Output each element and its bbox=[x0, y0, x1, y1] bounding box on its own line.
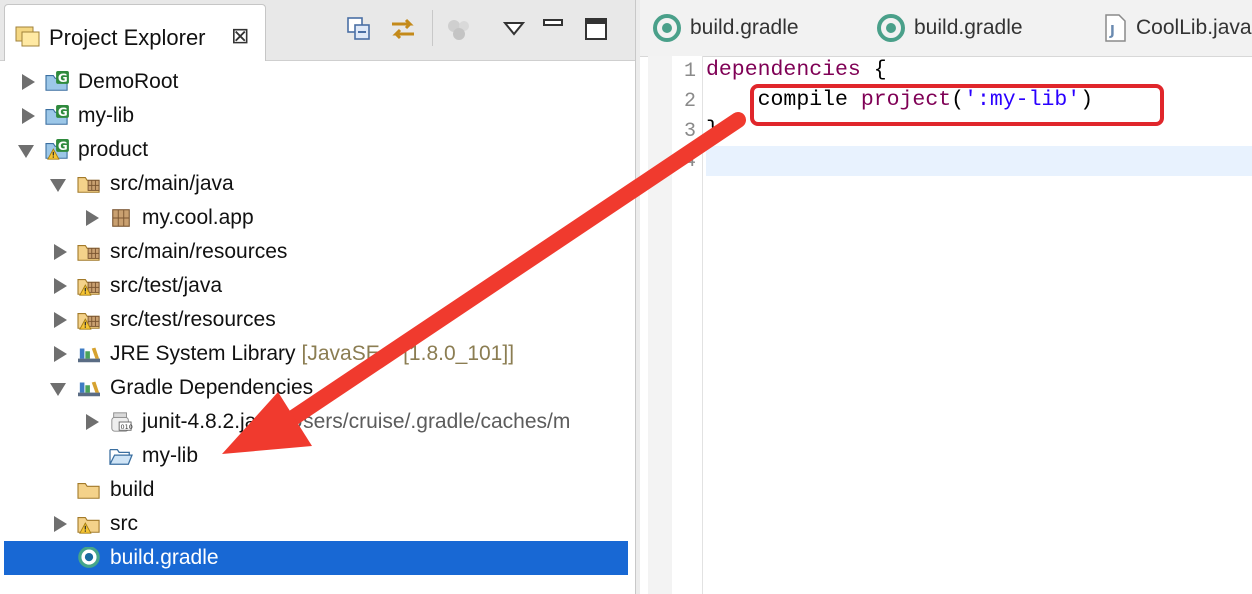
library-icon bbox=[78, 347, 100, 363]
gradle-file-icon bbox=[78, 547, 100, 568]
tree-item-jre-system-library[interactable]: JRE System Library [JavaSE 8 [1.8.0_101]] bbox=[0, 337, 630, 371]
overview-gutter bbox=[648, 56, 672, 594]
explorer-title: Project Explorer bbox=[49, 25, 206, 50]
gradle-project-icon: G bbox=[45, 105, 69, 125]
expand-arrow-closed-icon[interactable] bbox=[54, 312, 67, 328]
tree-item-junit-4-8-2-jar[interactable]: 010 junit-4.8.2.jar - /Users/cruise/.grad… bbox=[0, 405, 630, 439]
gradle-project-warning-icon: G bbox=[45, 139, 69, 160]
annotation-highlight-box bbox=[750, 84, 1164, 126]
tab-label: build.gradle bbox=[690, 16, 799, 39]
project-explorer-icon bbox=[15, 26, 40, 47]
expand-arrow-closed-icon[interactable] bbox=[86, 210, 99, 226]
view-menu-icon[interactable] bbox=[500, 14, 528, 44]
tree-item-label: src/test/resources bbox=[110, 308, 276, 331]
tree-item-label: junit-4.8.2.jar - /Users/cruise/.gradle/… bbox=[142, 410, 571, 433]
code-line-1[interactable]: dependencies { bbox=[706, 58, 887, 82]
tree-item-label: src bbox=[110, 512, 138, 535]
source-folder-icon bbox=[77, 177, 100, 193]
tree-item-label: product bbox=[78, 138, 149, 161]
keyword: dependencies bbox=[706, 58, 861, 82]
tree-item-label: src/main/resources bbox=[110, 240, 288, 263]
tree-item-label: src/main/java bbox=[110, 172, 234, 195]
expand-arrow-open-icon[interactable] bbox=[50, 179, 66, 192]
tree-item-src-main-java[interactable]: src/main/java bbox=[0, 167, 630, 201]
tree-item-src-test-resources[interactable]: src/test/resources bbox=[0, 303, 630, 337]
tab-label: CoolLib.java bbox=[1136, 16, 1252, 39]
close-view-icon[interactable]: ⊠ bbox=[231, 23, 249, 49]
source-folder-warning-icon bbox=[77, 313, 100, 330]
tree-item-demoroot[interactable]: G DemoRoot bbox=[0, 65, 630, 99]
tree-item-label: my.cool.app bbox=[142, 206, 254, 229]
tree-item-my-lib[interactable]: my-lib bbox=[0, 439, 630, 473]
tree-item-gradle-dependencies[interactable]: Gradle Dependencies bbox=[0, 371, 630, 405]
expand-arrow-closed-icon[interactable] bbox=[54, 516, 67, 532]
gradle-project-icon: G bbox=[45, 71, 69, 91]
maximize-icon[interactable] bbox=[582, 14, 610, 44]
line-number: 4 bbox=[684, 150, 697, 173]
gradle-file-icon bbox=[877, 14, 905, 42]
tree-item-label: Gradle Dependencies bbox=[110, 376, 314, 399]
link-with-editor-icon[interactable] bbox=[386, 14, 420, 44]
project-explorer-panel: Project Explorer ⊠ G DemoRoot Gmy-lib Gprod… bbox=[0, 0, 636, 594]
svg-text:G: G bbox=[58, 71, 68, 85]
tree-item-src-main-resources[interactable]: src/main/resources bbox=[0, 235, 630, 269]
tab-build-gradle-2[interactable]: build.gradle bbox=[876, 12, 1023, 44]
current-line-highlight bbox=[706, 146, 1252, 176]
minimize-icon[interactable] bbox=[540, 8, 566, 38]
expand-arrow-closed-icon[interactable] bbox=[86, 414, 99, 430]
tree-item-label: build.gradle bbox=[110, 546, 219, 569]
explorer-header: Project Explorer ⊠ bbox=[0, 0, 635, 61]
tree-item-build[interactable]: build bbox=[0, 473, 630, 507]
tab-label: build.gradle bbox=[914, 16, 1023, 39]
expand-arrow-closed-icon[interactable] bbox=[54, 346, 67, 362]
folder-icon bbox=[77, 483, 100, 499]
expand-arrow-open-icon[interactable] bbox=[18, 145, 34, 158]
tree-item-label: my-lib bbox=[142, 444, 198, 467]
expand-arrow-closed-icon[interactable] bbox=[22, 74, 35, 90]
jar-icon: 010 bbox=[111, 412, 133, 432]
tab-project-explorer[interactable]: Project Explorer ⊠ bbox=[4, 4, 266, 61]
tree-item-label: src/test/java bbox=[110, 274, 223, 297]
tree-item-my-cool-app[interactable]: my.cool.app bbox=[0, 201, 630, 235]
line-number: 2 bbox=[684, 90, 697, 113]
svg-text:G: G bbox=[58, 139, 68, 153]
collapse-all-icon[interactable] bbox=[344, 14, 374, 44]
expand-arrow-open-icon[interactable] bbox=[50, 383, 66, 396]
expand-arrow-closed-icon[interactable] bbox=[54, 278, 67, 294]
tree-item-build-gradle[interactable]: build.gradle bbox=[4, 541, 628, 575]
java-file-icon: J bbox=[1105, 14, 1126, 42]
tree-item-label: my-lib bbox=[78, 104, 134, 127]
tree-item-label: JRE System Library [JavaSE 8 [1.8.0_101]] bbox=[110, 342, 515, 365]
package-icon bbox=[112, 209, 130, 227]
folder-warning-icon bbox=[77, 517, 100, 534]
tree-item-label: build bbox=[110, 478, 155, 501]
open-folder-icon bbox=[109, 448, 133, 465]
tree-item-product[interactable]: Gproduct bbox=[0, 133, 630, 167]
library-icon bbox=[78, 381, 100, 397]
svg-text:G: G bbox=[58, 105, 68, 119]
code-text: } bbox=[706, 118, 719, 142]
expand-arrow-closed-icon[interactable] bbox=[22, 108, 35, 124]
tree-item-label: DemoRoot bbox=[78, 70, 179, 93]
tree-item-my-lib[interactable]: Gmy-lib bbox=[0, 99, 630, 133]
line-number: 3 bbox=[684, 120, 697, 143]
tree-item-decoration: - /Users/cruise/.gradle/caches/m bbox=[263, 410, 571, 433]
editor-tab-bar: build.gradle build.gradle J CoolLib.java bbox=[640, 0, 1252, 57]
expand-arrow-closed-icon[interactable] bbox=[54, 244, 67, 260]
source-folder-warning-icon bbox=[77, 279, 100, 296]
svg-text:J: J bbox=[1109, 24, 1115, 39]
tab-build-gradle-1[interactable]: build.gradle bbox=[652, 12, 799, 44]
tree-item-decoration: [JavaSE 8 [1.8.0_101]] bbox=[301, 342, 515, 365]
gradle-file-icon bbox=[653, 14, 681, 42]
code-text: { bbox=[860, 58, 887, 82]
tab-coollib-java[interactable]: J CoolLib.java bbox=[1102, 12, 1252, 44]
line-number: 1 bbox=[684, 60, 697, 83]
svg-text:010: 010 bbox=[121, 423, 133, 431]
toolbar-divider bbox=[432, 10, 433, 46]
tree-item-src[interactable]: src bbox=[0, 507, 630, 541]
tree-item-src-test-java[interactable]: src/test/java bbox=[0, 269, 630, 303]
focus-icon[interactable] bbox=[444, 14, 474, 44]
source-folder-icon bbox=[77, 245, 100, 261]
code-line-3[interactable]: } bbox=[706, 118, 719, 142]
